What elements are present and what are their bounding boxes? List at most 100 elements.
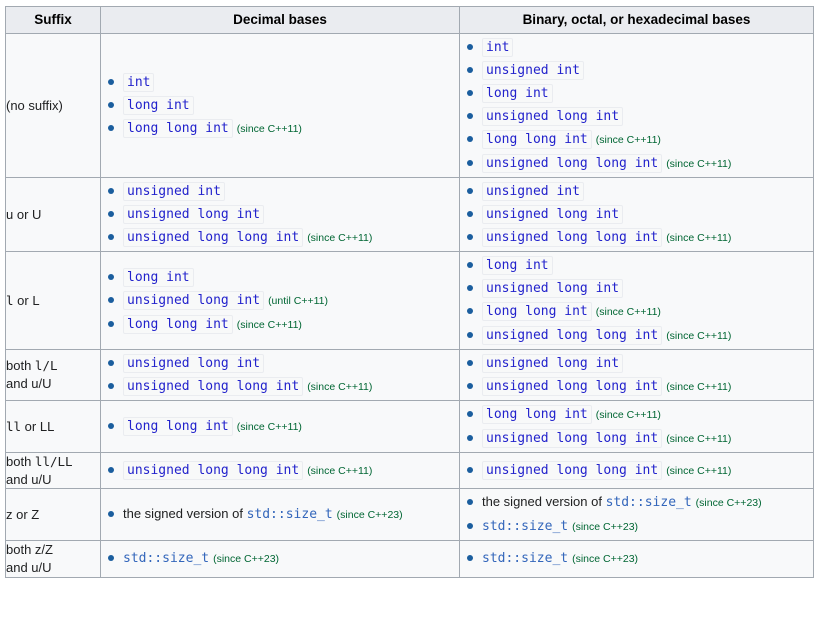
list-item: unsigned long long int (since C++11) (101, 376, 459, 397)
type-code-box: unsigned long long int (123, 228, 304, 247)
standard-version-note: (since C++11) (666, 433, 732, 445)
suffix-label-line: both ll/LL (6, 454, 73, 469)
type-code-box: long long int (482, 130, 592, 149)
list-item: unsigned long long int (since C++11) (460, 227, 813, 248)
standard-version-note: (since C++23) (572, 521, 639, 534)
type-code-box: long long int (123, 314, 233, 334)
type-link[interactable]: std::size_t (247, 507, 333, 522)
suffix-label-line: both z/Z (6, 542, 53, 558)
binary-bases-cell: int unsigned int long int unsigned long int… (459, 33, 814, 178)
bullet-icon (108, 467, 114, 474)
binary-bases-cell: the signed version of std::size_t (since … (459, 488, 814, 542)
bullet-icon (467, 285, 473, 291)
table-body: (no suffix) int long int long long int (sinc… (5, 33, 814, 578)
bullet-icon (108, 296, 114, 303)
type-list-binary: std::size_t (since C++23) (460, 548, 813, 569)
list-item: unsigned long long int (since C++11) (460, 460, 813, 481)
type-code-box: unsigned long long int (123, 461, 304, 481)
bullet-icon (467, 523, 473, 530)
table-head: Suffix Decimal bases Binary, octal, or h… (5, 6, 814, 34)
type-link[interactable]: std::size_t (123, 551, 209, 566)
suffix-label-line: z or Z (6, 507, 40, 523)
list-item: long long int (since C++11) (101, 118, 459, 139)
suffix-label-cell: ll or LL (5, 400, 101, 453)
list-item: the signed version of std::size_t (since … (101, 504, 459, 525)
list-item: unsigned int (460, 60, 813, 80)
standard-version-note: (since C++11) (236, 318, 302, 331)
bullet-icon (108, 383, 114, 389)
standard-version-note: (until C++11) (268, 294, 328, 307)
type-code-box: unsigned long long int (482, 326, 663, 345)
bullet-icon (108, 79, 114, 85)
bullet-icon (467, 188, 473, 194)
bullet-icon (467, 44, 473, 50)
bullet-icon (108, 273, 114, 280)
type-code-box: long int (123, 267, 194, 287)
list-item: unsigned long long int (since C++11) (460, 325, 813, 346)
list-item: long long int (since C++11) (101, 314, 459, 335)
decimal-bases-cell: long long int (since C++11) (100, 400, 460, 453)
type-code-box: long long int (123, 417, 233, 436)
suffix-token: ll/LL (34, 454, 73, 469)
type-code-box: unsigned long int (482, 205, 624, 224)
table-row: z or Zthe signed version of std::size_t(… (5, 488, 814, 542)
type-code-box: unsigned long long int (482, 461, 663, 481)
list-item: std::size_t (since C++23) (460, 516, 813, 537)
type-list-decimal: the signed version of std::size_t (since … (101, 504, 459, 525)
list-item-text: the signed version of (482, 494, 606, 510)
type-code-box: unsigned long int (123, 354, 265, 373)
type-list-decimal: unsigned long long int (since C++11) (101, 460, 459, 481)
standard-version-note: (since C++23) (213, 553, 280, 566)
list-item: unsigned long int (until C++11) (101, 290, 459, 311)
standard-version-note: (since C++23) (572, 553, 639, 566)
list-item: int (101, 72, 459, 92)
bullet-icon (108, 320, 114, 327)
type-list-binary: unsigned long long int (since C++11) (460, 460, 813, 481)
standard-version-note: (since C++11) (307, 381, 373, 393)
suffix-label-line: (no suffix) (6, 97, 63, 113)
type-code-box: long long int (123, 119, 233, 138)
suffix-label-cell: (no suffix) (5, 33, 101, 178)
type-list-decimal: int long int long long int (since C++11) (101, 72, 459, 139)
binary-bases-cell: unsigned long int unsigned long long int(… (459, 349, 814, 401)
integer-literal-suffix-table: Suffix Decimal bases Binary, octal, or h… (5, 6, 814, 578)
binary-bases-cell: long long int (since C++11) unsigned long … (459, 400, 814, 453)
bullet-icon (467, 136, 473, 142)
list-item: unsigned long int (460, 204, 813, 224)
type-link[interactable]: std::size_t (482, 551, 568, 566)
table-row: both l/L and u/U unsigned long int unsigned… (5, 349, 814, 401)
bullet-icon (467, 555, 473, 562)
table-row: ll or LL long long int (since C++11) long l… (5, 400, 814, 453)
binary-bases-cell: std::size_t (since C++23) (459, 540, 814, 578)
list-item: unsigned long int (460, 353, 813, 373)
standard-version-note: (since C++11) (307, 465, 373, 478)
list-item: std::size_t (since C++23) (460, 548, 813, 569)
type-code-box: unsigned long int (123, 205, 265, 224)
standard-version-note: (since C++11) (595, 134, 661, 146)
type-code-box: unsigned int (123, 182, 225, 201)
list-item: unsigned long int (101, 353, 459, 373)
standard-version-note: (since C++11) (595, 409, 661, 421)
suffix-label-line: and u/U (6, 376, 52, 392)
type-code-box: unsigned int (482, 61, 584, 80)
list-item: unsigned long int (101, 204, 459, 224)
list-item: unsigned long long int (since C++11) (101, 460, 459, 481)
type-list-binary: unsigned long int unsigned long long int(… (460, 353, 813, 397)
table-row: both z/Z and u/U std::size_t (since C++23) s… (5, 540, 814, 578)
type-code-box: long int (482, 256, 553, 275)
binary-bases-cell: unsigned int unsigned long int unsigned lo… (459, 177, 814, 252)
column-header-decimal-bases: Decimal bases (100, 6, 460, 34)
type-list-binary: the signed version of std::size_t (since … (460, 492, 813, 537)
list-item: unsigned long long int (since C++11) (101, 227, 459, 248)
bullet-icon (467, 160, 473, 166)
binary-bases-cell: long int unsigned long int long long int (s… (459, 251, 814, 350)
list-item: int (460, 37, 813, 57)
bullet-icon (467, 435, 473, 441)
type-link[interactable]: std::size_t (606, 495, 692, 510)
type-list-decimal: long int unsigned long int (until C++11) lo… (101, 267, 459, 335)
type-link[interactable]: std::size_t (482, 519, 568, 534)
standard-version-note: (since C++23) (695, 497, 762, 510)
table-row: both ll/LL and u/U unsigned long long int(… (5, 451, 814, 490)
type-code-box: unsigned long long int (123, 377, 304, 396)
suffix-token: l/L (34, 358, 58, 374)
